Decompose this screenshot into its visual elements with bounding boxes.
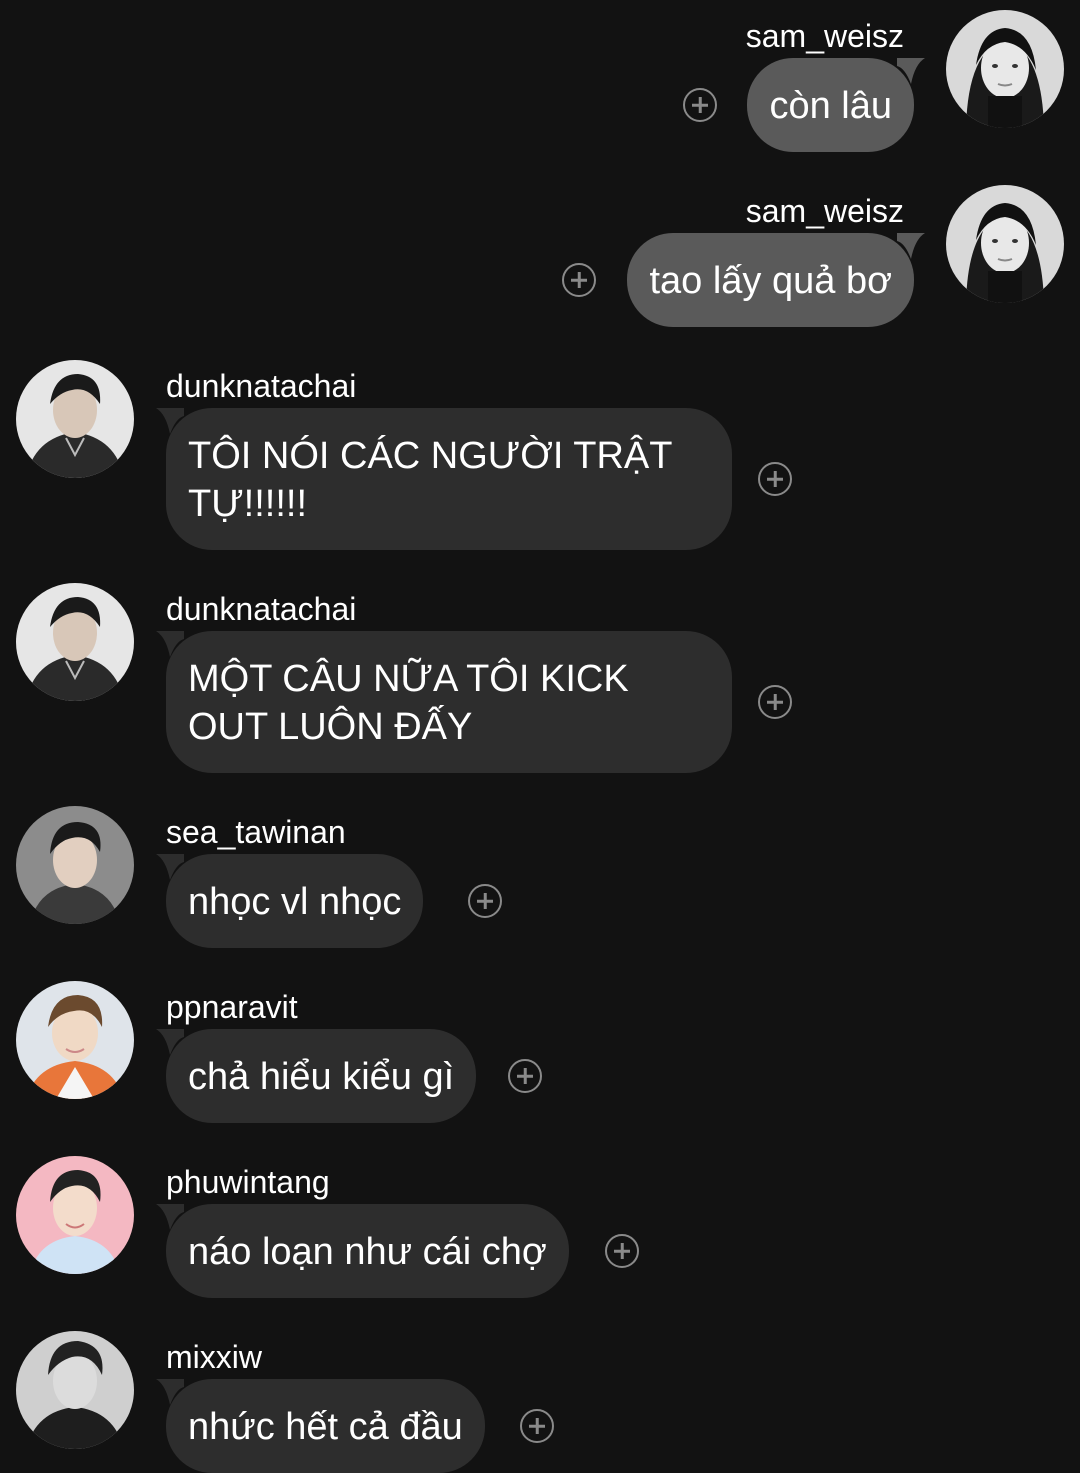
add-reaction-icon[interactable] [508,1059,542,1093]
message-text: náo loạn như cái chợ [188,1231,547,1273]
message-bubble[interactable]: MỘT CÂU NỮA TÔI KICK OUT LUÔN ĐẤY [166,631,732,773]
add-reaction-icon[interactable] [605,1234,639,1268]
message-text: TÔI NÓI CÁC NGƯỜI TRẬT TỰ!!!!!! [188,435,672,525]
message-text: MỘT CÂU NỮA TÔI KICK OUT LUÔN ĐẤY [188,658,629,748]
message-bubble[interactable]: TÔI NÓI CÁC NGƯỜI TRẬT TỰ!!!!!! [166,408,732,550]
add-reaction-icon[interactable] [758,685,792,719]
message-username: dunknatachai [166,368,357,404]
message-username: ppnaravit [166,989,298,1025]
message-username: phuwintang [166,1164,330,1200]
avatar-mixxiw[interactable] [16,1331,134,1449]
message-text: còn lâu [769,85,892,127]
add-reaction-icon[interactable] [562,263,596,297]
message-bubble[interactable]: náo loạn như cái chợ [166,1204,569,1298]
add-reaction-icon[interactable] [758,462,792,496]
bubble-tail [897,233,925,259]
message-text: nhọc vl nhọc [188,881,402,923]
message-text: tao lấy quả bơ [649,260,892,302]
message-bubble[interactable]: chả hiểu kiểu gì [166,1029,477,1123]
message-bubble[interactable]: tao lấy quả bơ [627,233,914,327]
message-text: chả hiểu kiểu gì [188,1056,455,1098]
message-username: mixxiw [166,1339,262,1375]
avatar-dunknatachai[interactable] [16,583,134,701]
avatar-ppnaravit[interactable] [16,981,134,1099]
add-reaction-icon[interactable] [468,884,502,918]
add-reaction-icon[interactable] [683,88,717,122]
message-text: nhức hết cả đầu [188,1406,463,1448]
avatar-phuwintang[interactable] [16,1156,134,1274]
avatar-dunknatachai[interactable] [16,360,134,478]
message-username: sam_weisz [745,193,904,229]
avatar-sea-tawinan[interactable] [16,806,134,924]
message-bubble[interactable]: nhức hết cả đầu [166,1379,485,1473]
add-reaction-icon[interactable] [520,1409,554,1443]
message-username: sam_weisz [745,18,904,54]
message-bubble[interactable]: nhọc vl nhọc [166,854,424,948]
message-username: dunknatachai [166,591,357,627]
avatar-sam-weisz[interactable] [946,10,1064,128]
bubble-tail [897,58,925,84]
message-bubble[interactable]: còn lâu [747,58,914,152]
message-username: sea_tawinan [166,814,346,850]
avatar-sam-weisz[interactable] [946,185,1064,303]
